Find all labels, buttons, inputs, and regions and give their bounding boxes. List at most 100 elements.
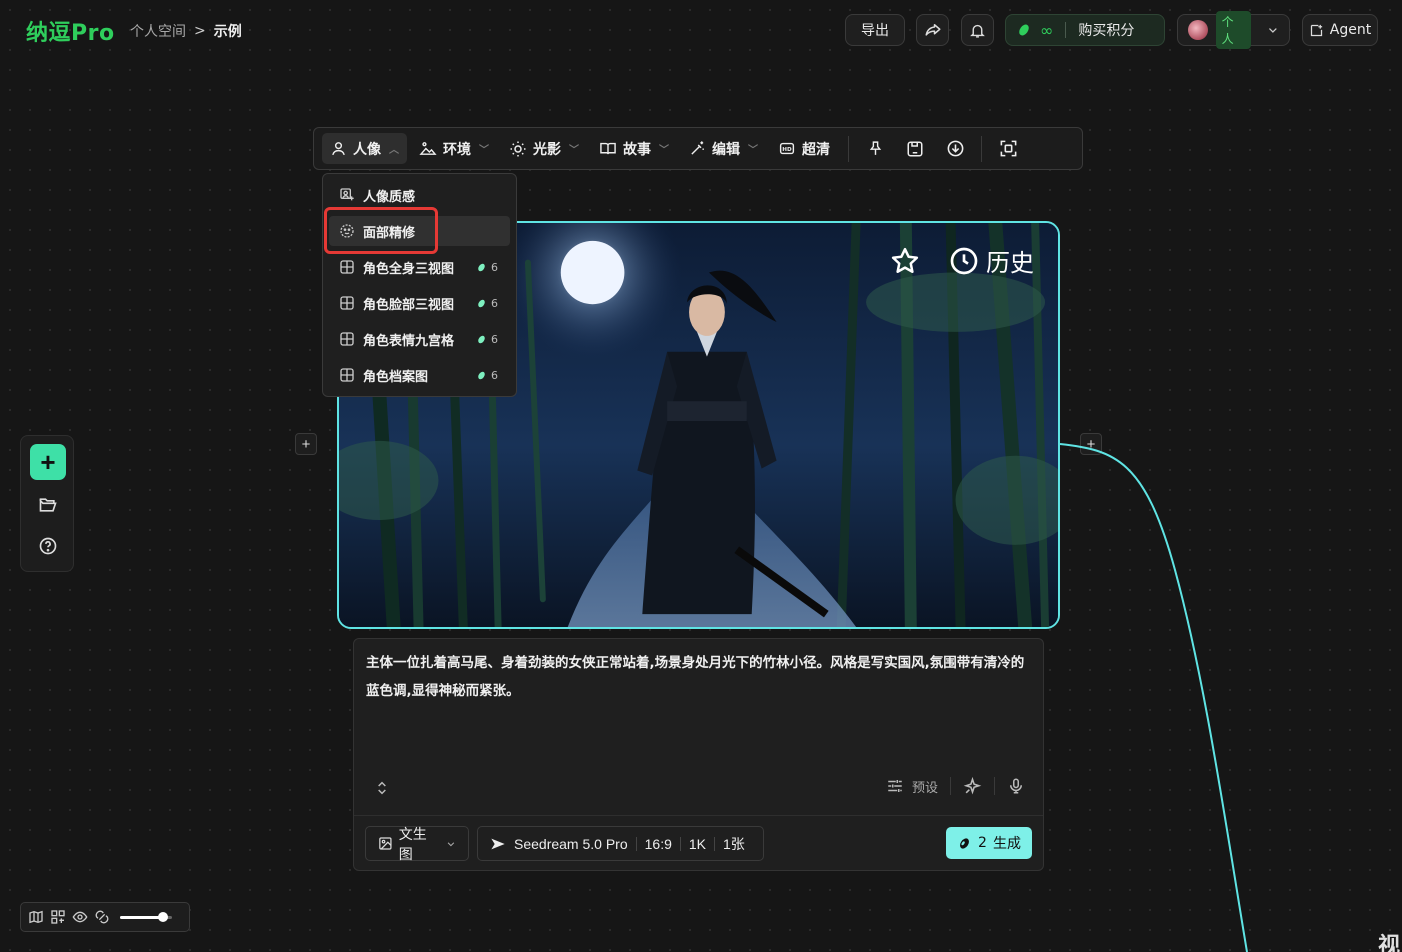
model-label: Seedream 5.0 Pro [514,835,628,852]
ratio-label: 16:9 [644,835,672,852]
magnet-icon[interactable] [94,909,110,925]
bean-icon [478,299,485,307]
cost-value: 6 [491,332,498,346]
chevron-down-icon: ﹀ [659,145,669,156]
generate-cost: 2 [978,835,987,851]
help-icon [39,537,57,555]
corner-text: 视 [1378,934,1401,952]
toolbar-hd[interactable]: HD 超清 [770,133,838,164]
preset-button[interactable]: 预设 [886,777,938,796]
toolbar-story-label: 故事 [623,141,651,158]
zoom-slider-knob[interactable] [157,911,168,922]
points-value: ∞ [1040,20,1054,40]
add-node-button[interactable]: + [30,444,66,480]
prompt-panel: 主体一位扎着高马尾、身着劲装的女侠正常站着,场景身处月光下的竹林小径。风格是写实… [353,638,1044,871]
download-button[interactable] [939,133,971,164]
menu-item-label: 角色档案图 [363,369,429,385]
cost-badge: 6 [476,369,498,382]
toolbar-environment-label: 环境 [443,141,471,158]
menu-item-face-views[interactable]: 角色脸部三视图 6 [329,288,510,318]
export-label: 导出 [861,23,889,39]
grid-icon [340,368,354,382]
history-icon [950,247,978,274]
share-button[interactable] [916,14,949,46]
notification-button[interactable] [961,14,994,46]
prompt-textarea[interactable]: 主体一位扎着高马尾、身着劲装的女侠正常站着,场景身处月光下的竹林小径。风格是写实… [366,649,1027,705]
menu-item-expression-grid[interactable]: 角色表情九宫格 6 [329,324,510,354]
toolbar-edit-label: 编辑 [712,141,740,158]
chevron-up-icon: ︿ [389,145,399,156]
star-icon[interactable] [890,246,920,276]
bell-icon [970,24,985,38]
open-folder-button[interactable] [36,493,60,517]
focus-icon [1000,140,1016,157]
menu-item-character-profile[interactable]: 角色档案图 6 [329,360,510,390]
zoom-slider[interactable] [120,911,172,922]
chevron-down-icon: ﹀ [748,145,758,156]
toolbar-lighting[interactable]: 光影 ﹀ [501,133,587,164]
chevron-down-icon [447,841,455,846]
bean-icon [1019,24,1029,36]
menu-item-portrait-texture[interactable]: 人像质感 [329,180,510,210]
focus-button[interactable] [992,133,1024,164]
cost-value: 6 [491,296,498,310]
add-node-left-button[interactable]: + [295,433,317,455]
sparkle-icon[interactable] [963,776,982,796]
agent-button[interactable]: Agent [1302,14,1378,46]
tools-divider [950,777,951,795]
toolbar-environment[interactable]: 环境 ﹀ [411,133,497,164]
bean-icon [960,837,969,849]
expand-collapse-icon[interactable] [374,779,390,797]
pill-separator [714,836,715,851]
generate-button[interactable]: 2 生成 [946,827,1032,859]
breadcrumb: 个人空间 > 示例 [130,21,242,41]
toolbar-edit[interactable]: 编辑 ﹀ [681,133,766,164]
image-toolbar: 人像 ︿ 环境 ﹀ 光影 ﹀ 故事 ﹀ 编辑 ﹀ HD 超清 [313,127,1083,170]
add-node-right-button[interactable]: + [1080,433,1102,455]
menu-item-label: 人像质感 [363,189,416,205]
generate-label: 生成 [992,836,1021,852]
folder-icon [39,498,57,512]
eye-icon[interactable] [72,909,88,925]
bean-icon [478,335,485,343]
plus-icon: + [1086,435,1096,453]
menu-item-face-retouch[interactable]: 面部精修 [329,216,510,246]
user-tag: 个人 [1215,11,1252,49]
view-controls [20,902,190,932]
resolution-label: 1K [688,835,706,852]
help-button[interactable] [36,534,60,558]
agent-icon [1310,24,1322,36]
menu-item-label: 角色全身三视图 [363,261,455,277]
cost-badge: 6 [476,333,498,346]
points-divider [1065,22,1067,38]
app-logo[interactable]: 纳逗Pro [26,15,115,47]
pin-icon [869,141,881,155]
history-button[interactable]: 历史 [948,243,1034,278]
mode-label: 文生图 [398,826,427,863]
export-button[interactable]: 导出 [845,14,905,46]
toolbar-story[interactable]: 故事 ﹀ [591,133,677,164]
node-connector [1059,443,1248,952]
history-label: 历史 [986,249,1034,277]
mode-select[interactable]: 文生图 [365,826,469,863]
plus-icon: + [301,435,311,453]
breadcrumb-current: 示例 [213,24,242,40]
chevron-down-icon: ﹀ [479,145,489,156]
user-menu-button[interactable]: 个人 [1177,11,1290,49]
points-button[interactable]: ∞ 购买积分 [1005,14,1165,46]
toolbar-portrait[interactable]: 人像 ︿ [322,133,407,164]
avatar [1188,20,1208,40]
save-button[interactable] [899,133,931,164]
model-icon [491,838,505,849]
pin-button[interactable] [859,133,891,164]
model-settings-button[interactable]: Seedream 5.0 Pro 16:9 1K 1张 [477,826,764,861]
breadcrumb-parent[interactable]: 个人空间 [130,21,186,41]
left-dock: + [20,435,74,572]
chevron-down-icon: ﹀ [569,145,579,156]
menu-item-full-body-views[interactable]: 角色全身三视图 6 [329,252,510,282]
microphone-icon[interactable] [1007,776,1025,796]
image-icon [379,837,392,850]
cost-badge: 6 [476,297,498,310]
map-icon[interactable] [28,909,44,925]
layout-grid-icon[interactable] [50,909,66,925]
